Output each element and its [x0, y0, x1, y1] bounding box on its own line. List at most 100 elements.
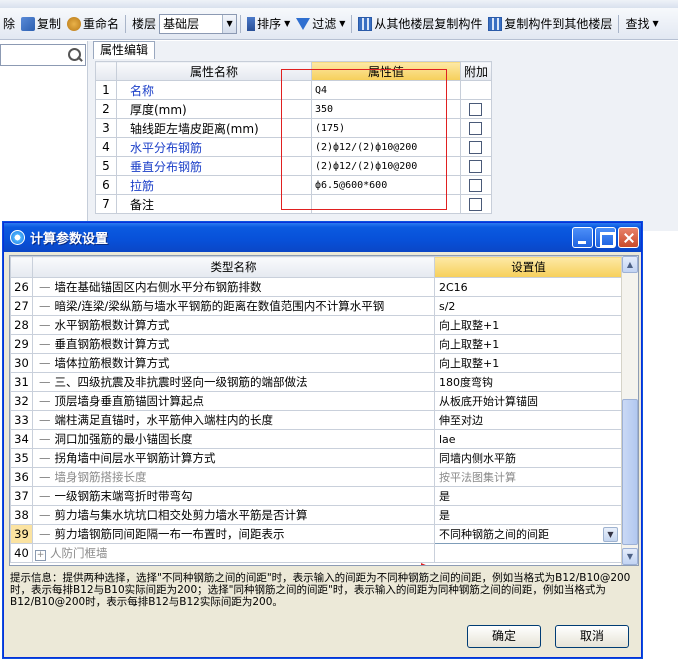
scroll-up-icon[interactable]: ▲: [622, 256, 638, 273]
search-input[interactable]: [0, 44, 86, 66]
param-row[interactable]: 32— 顶层墙身垂直筋锚固计算起点 从板底开始计算锚固: [10, 391, 623, 411]
scrollbar-thumb[interactable]: [622, 399, 638, 545]
search-icon[interactable]: [67, 47, 83, 63]
extra-checkbox[interactable]: [469, 103, 483, 116]
extra-checkbox[interactable]: [469, 198, 483, 211]
close-button[interactable]: [618, 227, 639, 248]
tree-dash: —: [39, 280, 51, 294]
minimize-button[interactable]: [572, 227, 593, 248]
extra-checkbox[interactable]: [469, 122, 483, 135]
param-row[interactable]: 30— 墙体拉筋根数计算方式 向上取整+1: [10, 353, 623, 373]
param-name-cell: — 一级钢筋末端弯折时带弯勾: [32, 486, 435, 506]
tab-property-edit[interactable]: 属性编辑: [93, 41, 156, 59]
property-value[interactable]: (2)ф12/(2)ф10@200: [310, 137, 461, 157]
extra-checkbox[interactable]: [469, 141, 483, 154]
param-row[interactable]: 37— 一级钢筋末端弯折时带弯勾是: [10, 486, 623, 506]
setting-value-select[interactable]: 不同种钢筋之间的间距 ▼: [434, 524, 623, 544]
row-number: 39: [10, 524, 33, 544]
setting-value[interactable]: 是: [434, 505, 623, 525]
property-value[interactable]: ф6.5@600*600: [310, 175, 461, 195]
param-name-cell: — 墙身钢筋搭接长度: [32, 467, 435, 487]
property-row[interactable]: 4 水平分布钢筋 (2)ф12/(2)ф10@200: [95, 137, 493, 157]
property-value[interactable]: 350: [310, 99, 461, 119]
param-name: 拐角墙中间层水平钢筋计算方式: [54, 451, 216, 465]
param-name-cell: — 墙在基础锚固区内右侧水平分布钢筋排数: [32, 277, 435, 297]
setting-value[interactable]: 2C16: [434, 277, 623, 297]
param-row[interactable]: 39— 剪力墙钢筋同间距隔一布一布置时，间距表示 不同种钢筋之间的间距 ▼: [10, 524, 623, 544]
toolbar-separator: [240, 14, 242, 33]
row-number: 33: [10, 410, 33, 430]
param-row[interactable]: 38— 剪力墙与集水坑坑口相交处剪力墙水平筋是否计算是: [10, 505, 623, 525]
setting-value[interactable]: s/2: [434, 296, 623, 316]
row-number: 3: [95, 118, 117, 138]
property-row[interactable]: 2 厚度(mm) 350: [95, 99, 493, 119]
property-value[interactable]: (175): [310, 118, 461, 138]
param-name-cell: — 水平钢筋根数计算方式: [32, 315, 435, 335]
sort-button[interactable]: 排序 ▼: [244, 13, 293, 35]
param-row[interactable]: 34— 洞口加强筋的最小锚固长度 lae: [10, 429, 623, 449]
param-name: 水平钢筋根数计算方式: [54, 318, 170, 332]
param-group-row[interactable]: 40 + 人防门框墙: [10, 543, 623, 563]
delete-button[interactable]: 除: [0, 13, 18, 35]
chevron-down-icon: ▼: [222, 14, 237, 33]
param-name: 剪力墙钢筋同间距隔一布一布置时，间距表示: [54, 527, 285, 541]
row-number: 2: [95, 99, 117, 119]
property-extra-cell: [459, 194, 493, 214]
param-name-cell: — 端柱满足直锚时，水平筋伸入端柱内的长度: [32, 410, 435, 430]
setting-value[interactable]: 向上取整+1: [434, 315, 623, 335]
copy-to-other-floor-button[interactable]: 复制构件到其他楼层: [485, 13, 615, 35]
copy-from-other-label: 从其他楼层复制构件: [374, 17, 483, 31]
sort-icon: [247, 16, 256, 31]
setting-value[interactable]: 是: [434, 486, 623, 506]
extra-checkbox[interactable]: [469, 179, 483, 192]
param-row[interactable]: 26— 墙在基础锚固区内右侧水平分布钢筋排数 2C16: [10, 277, 623, 297]
scroll-down-icon[interactable]: ▼: [622, 548, 638, 565]
ok-button[interactable]: 确定: [467, 625, 541, 648]
param-row[interactable]: 28— 水平钢筋根数计算方式 向上取整+1: [10, 315, 623, 335]
setting-value[interactable]: 从板底开始计算锚固: [434, 391, 623, 411]
setting-value[interactable]: 按平法图集计算: [434, 467, 623, 487]
property-row[interactable]: 6 拉筋 ф6.5@600*600: [95, 175, 493, 195]
property-value[interactable]: Q4: [310, 80, 461, 100]
sort-label: 排序: [257, 17, 282, 31]
param-name-cell: — 暗梁/连梁/梁纵筋与墙水平钢筋的距离在数值范围内不计算水平钢: [32, 296, 435, 316]
setting-value[interactable]: lae: [434, 429, 623, 449]
param-row[interactable]: 36— 墙身钢筋搭接长度 按平法图集计算: [10, 467, 623, 487]
setting-value[interactable]: 同墙内侧水平筋: [434, 448, 623, 468]
floor-select[interactable]: 基础层 ▼: [159, 13, 238, 34]
property-value[interactable]: [310, 194, 461, 214]
filter-button[interactable]: 过滤 ▼: [293, 13, 348, 35]
maximize-button[interactable]: [595, 227, 616, 248]
dialog-title-bar[interactable]: 计算参数设置: [4, 223, 641, 252]
param-row[interactable]: 31— 三、四级抗震及非抗震时竖向一级钢筋的端部做法 180度弯钩: [10, 372, 623, 392]
param-row[interactable]: 35— 拐角墙中间层水平钢筋计算方式 同墙内侧水平筋: [10, 448, 623, 468]
property-grid: 属性名称 属性值 附加 1 名称 Q4 2 厚度(mm) 350 3 轴线距左墙皮距离(mm)…: [95, 61, 493, 214]
find-button[interactable]: 查找 ▼: [622, 13, 661, 35]
property-row[interactable]: 3 轴线距左墙皮距离(mm) (175): [95, 118, 493, 138]
rename-button[interactable]: 重命名: [64, 13, 122, 35]
cancel-button[interactable]: 取消: [555, 625, 629, 648]
copy-button[interactable]: 复制: [18, 13, 64, 35]
extra-checkbox[interactable]: [469, 160, 483, 173]
setting-value[interactable]: 180度弯钩: [434, 372, 623, 392]
chevron-down-icon[interactable]: ▼: [603, 526, 618, 542]
row-number: 29: [10, 334, 33, 354]
param-row[interactable]: 29— 垂直钢筋根数计算方式 向上取整+1: [10, 334, 623, 354]
row-number: 32: [10, 391, 33, 411]
property-row[interactable]: 5 垂直分布钢筋 (2)ф12/(2)ф10@200: [95, 156, 493, 176]
vertical-scrollbar[interactable]: ▲ ▼: [621, 256, 638, 565]
param-row[interactable]: 27— 暗梁/连梁/梁纵筋与墙水平钢筋的距离在数值范围内不计算水平钢 s/2: [10, 296, 623, 316]
property-value[interactable]: (2)ф12/(2)ф10@200: [310, 156, 461, 176]
property-row[interactable]: 7 备注: [95, 194, 493, 214]
param-grid-body: 26— 墙在基础锚固区内右侧水平分布钢筋排数 2C16 27— 暗梁/连梁/梁纵筋与墙水…: [10, 277, 623, 563]
property-row[interactable]: 1 名称 Q4: [95, 80, 493, 100]
setting-value[interactable]: 向上取整+1: [434, 353, 623, 373]
property-grid-header: 属性名称 属性值 附加: [95, 61, 493, 81]
row-number: 26: [10, 277, 33, 297]
row-number: 31: [10, 372, 33, 392]
setting-value[interactable]: 伸至对边: [434, 410, 623, 430]
copy-from-other-floor-button[interactable]: 从其他楼层复制构件: [355, 13, 485, 35]
expand-icon[interactable]: +: [35, 550, 46, 561]
param-row[interactable]: 33— 端柱满足直锚时，水平筋伸入端柱内的长度 伸至对边: [10, 410, 623, 430]
setting-value[interactable]: 向上取整+1: [434, 334, 623, 354]
